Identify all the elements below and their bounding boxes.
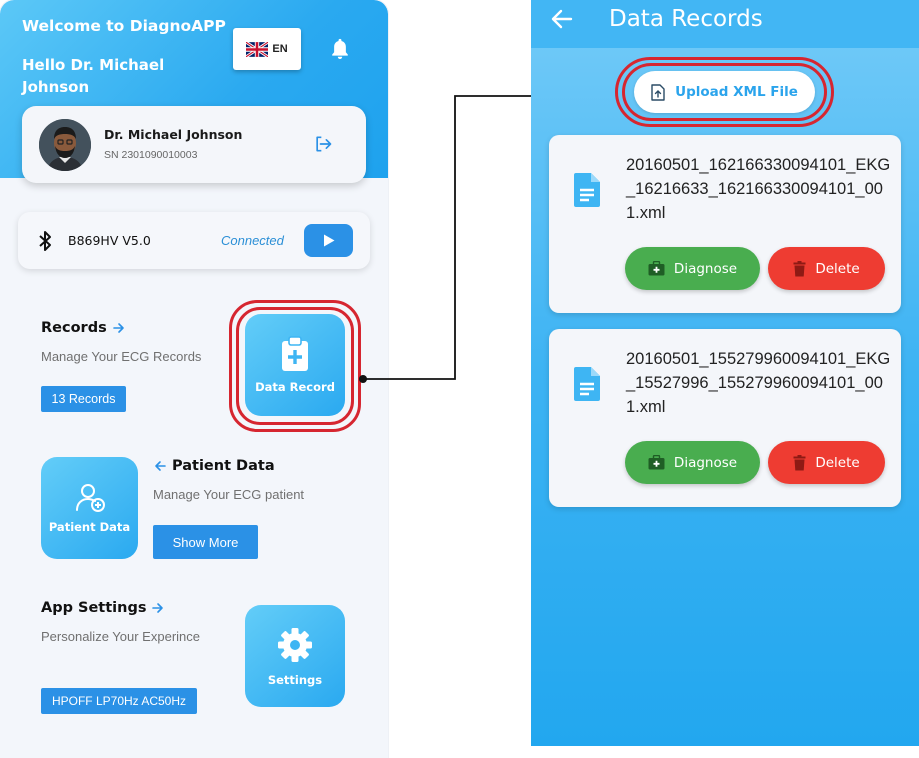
language-code: EN: [272, 43, 288, 55]
doctor-greeting: Hello Dr. Michael Johnson: [22, 56, 165, 96]
data-record-tile[interactable]: Data Record: [245, 314, 345, 416]
doctor-serial-number: SN 2301090010003: [104, 149, 198, 161]
medical-kit-icon: [648, 261, 665, 276]
diagnose-label: Diagnose: [673, 260, 738, 277]
patient-description: Manage Your ECG patient: [153, 487, 305, 502]
document-icon: [574, 367, 600, 401]
device-name: B869HV V5.0: [68, 233, 151, 248]
arrow-right-icon: [112, 323, 124, 333]
upload-xml-label: Upload XML File: [675, 84, 798, 100]
file-name: 20160501_155279960094101_EKG_15527996_15…: [626, 350, 891, 416]
patient-data-tile-label: Patient Data: [48, 520, 131, 534]
play-icon: [323, 234, 334, 247]
data-record-tile-label: Data Record: [255, 380, 335, 394]
gear-icon: [278, 628, 312, 662]
delete-button[interactable]: Delete: [768, 441, 885, 484]
patient-section-title[interactable]: Patient Data: [154, 458, 275, 474]
filter-settings-chip: HPOFF LP70Hz AC50Hz: [41, 688, 197, 714]
delete-label: Delete: [815, 454, 860, 471]
patient-title: Patient Data: [172, 458, 275, 474]
bluetooth-icon: [39, 231, 51, 251]
back-arrow-icon[interactable]: [551, 9, 573, 29]
settings-tile[interactable]: Settings: [245, 605, 345, 707]
logout-icon[interactable]: [313, 134, 333, 154]
file-card: 20160501_155279960094101_EKG_15527996_15…: [549, 329, 901, 507]
records-section-title[interactable]: Records: [41, 320, 125, 336]
language-button[interactable]: EN: [233, 28, 301, 70]
trash-icon: [793, 260, 806, 276]
settings-title: App Settings: [41, 600, 147, 616]
page-title: Data Records: [609, 6, 763, 32]
connection-status: Connected: [221, 233, 284, 248]
bell-icon[interactable]: [329, 37, 351, 61]
records-description: Manage Your ECG Records: [41, 349, 202, 364]
records-count-chip: 13 Records: [41, 386, 126, 412]
diagnose-button[interactable]: Diagnose: [625, 441, 760, 484]
document-icon: [574, 173, 600, 207]
show-more-button[interactable]: Show More: [153, 525, 258, 559]
device-card: B869HV V5.0 Connected: [18, 212, 370, 269]
settings-section-title[interactable]: App Settings: [41, 600, 164, 616]
records-title: Records: [41, 320, 107, 336]
arrow-left-icon: [155, 461, 166, 471]
diagnose-button[interactable]: Diagnose: [625, 247, 760, 290]
delete-button[interactable]: Delete: [768, 247, 885, 290]
file-card: 20160501_162166330094101_EKG_16216633_16…: [549, 135, 901, 313]
upload-xml-button[interactable]: Upload XML File: [634, 71, 815, 113]
clipboard-plus-icon: [282, 336, 308, 371]
device-play-button[interactable]: [304, 224, 353, 257]
arrow-right-icon: [152, 603, 164, 613]
doctor-name: Dr. Michael Johnson: [104, 127, 243, 142]
upload-file-icon: [651, 83, 665, 101]
doctor-avatar-icon: [39, 119, 91, 171]
settings-tile-label: Settings: [267, 673, 323, 687]
trash-icon: [793, 454, 806, 470]
user-add-icon: [75, 484, 105, 512]
home-screen: Welcome to DiagnoAPP Hello Dr. Michael J…: [0, 0, 388, 758]
avatar: [39, 119, 91, 171]
app-bar: Data Records: [531, 0, 919, 48]
data-records-screen: Data Records Upload XML File 20160501_16…: [531, 0, 919, 746]
patient-data-tile[interactable]: Patient Data: [41, 457, 138, 559]
welcome-title: Welcome to DiagnoAPP: [22, 17, 226, 35]
settings-description: Personalize Your Experince: [41, 629, 200, 644]
medical-kit-icon: [648, 455, 665, 470]
uk-flag-icon: [246, 41, 269, 57]
file-name: 20160501_162166330094101_EKG_16216633_16…: [626, 156, 891, 222]
delete-label: Delete: [815, 260, 860, 277]
diagnose-label: Diagnose: [673, 454, 738, 471]
profile-card[interactable]: Dr. Michael Johnson SN 2301090010003: [22, 106, 366, 183]
